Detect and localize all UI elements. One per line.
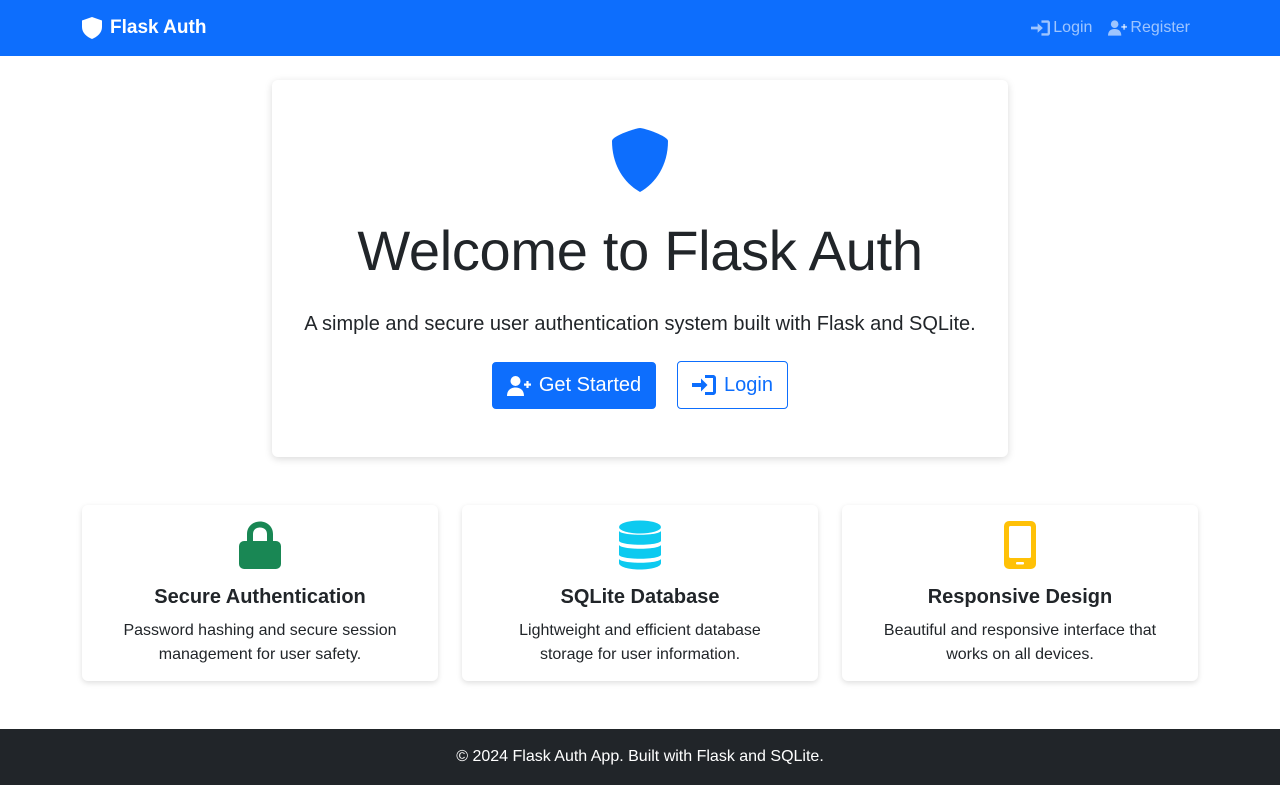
sign-in-icon <box>1031 20 1051 36</box>
sign-in-icon <box>692 375 717 395</box>
feature-description: Lightweight and efficient database stora… <box>519 622 761 663</box>
nav-links: Login Register <box>1031 17 1190 39</box>
feature-description: Beautiful and responsive interface that … <box>883 622 1157 663</box>
feature-card-responsive-design: Responsive Design Beautiful and responsi… <box>842 505 1198 681</box>
brand-label: Flask Auth <box>110 17 207 38</box>
hero-card: Welcome to Flask Auth A simple and secur… <box>272 80 1008 457</box>
feature-description: Password hashing and secure session mana… <box>123 622 397 663</box>
feature-title: Secure Authentication <box>154 586 366 608</box>
shield-icon <box>612 128 668 192</box>
footer: © 2024 Flask Auth App. Built with Flask … <box>0 729 1280 785</box>
shield-icon <box>82 17 102 39</box>
feature-title: SQLite Database <box>560 586 720 608</box>
nav-register-label: Register <box>1130 19 1190 36</box>
get-started-button[interactable]: Get Started <box>492 362 656 409</box>
nav-login-link[interactable]: Login <box>1031 19 1092 37</box>
navbar: Flask Auth Login Register <box>0 0 1280 56</box>
hero-subtitle: A simple and secure user authentication … <box>304 313 976 335</box>
mobile-icon <box>996 520 1044 570</box>
user-plus-icon <box>1108 20 1128 36</box>
nav-login-label: Login <box>1053 19 1093 36</box>
login-button-label: Login <box>724 373 773 396</box>
get-started-label: Get Started <box>538 374 642 396</box>
nav-register-link[interactable]: Register <box>1108 19 1190 37</box>
page-title: Welcome to Flask Auth <box>357 219 923 282</box>
user-plus-icon <box>506 375 531 396</box>
feature-card-sqlite-database: SQLite Database Lightweight and efficien… <box>462 505 818 681</box>
feature-title: Responsive Design <box>927 586 1113 608</box>
lock-icon <box>236 520 284 570</box>
database-icon <box>616 520 664 570</box>
brand-link[interactable]: Flask Auth <box>82 16 206 40</box>
footer-text: © 2024 Flask Auth App. Built with Flask … <box>456 748 824 765</box>
feature-card-secure-authentication: Secure Authentication Password hashing a… <box>82 505 438 681</box>
login-button[interactable]: Login <box>677 361 788 409</box>
